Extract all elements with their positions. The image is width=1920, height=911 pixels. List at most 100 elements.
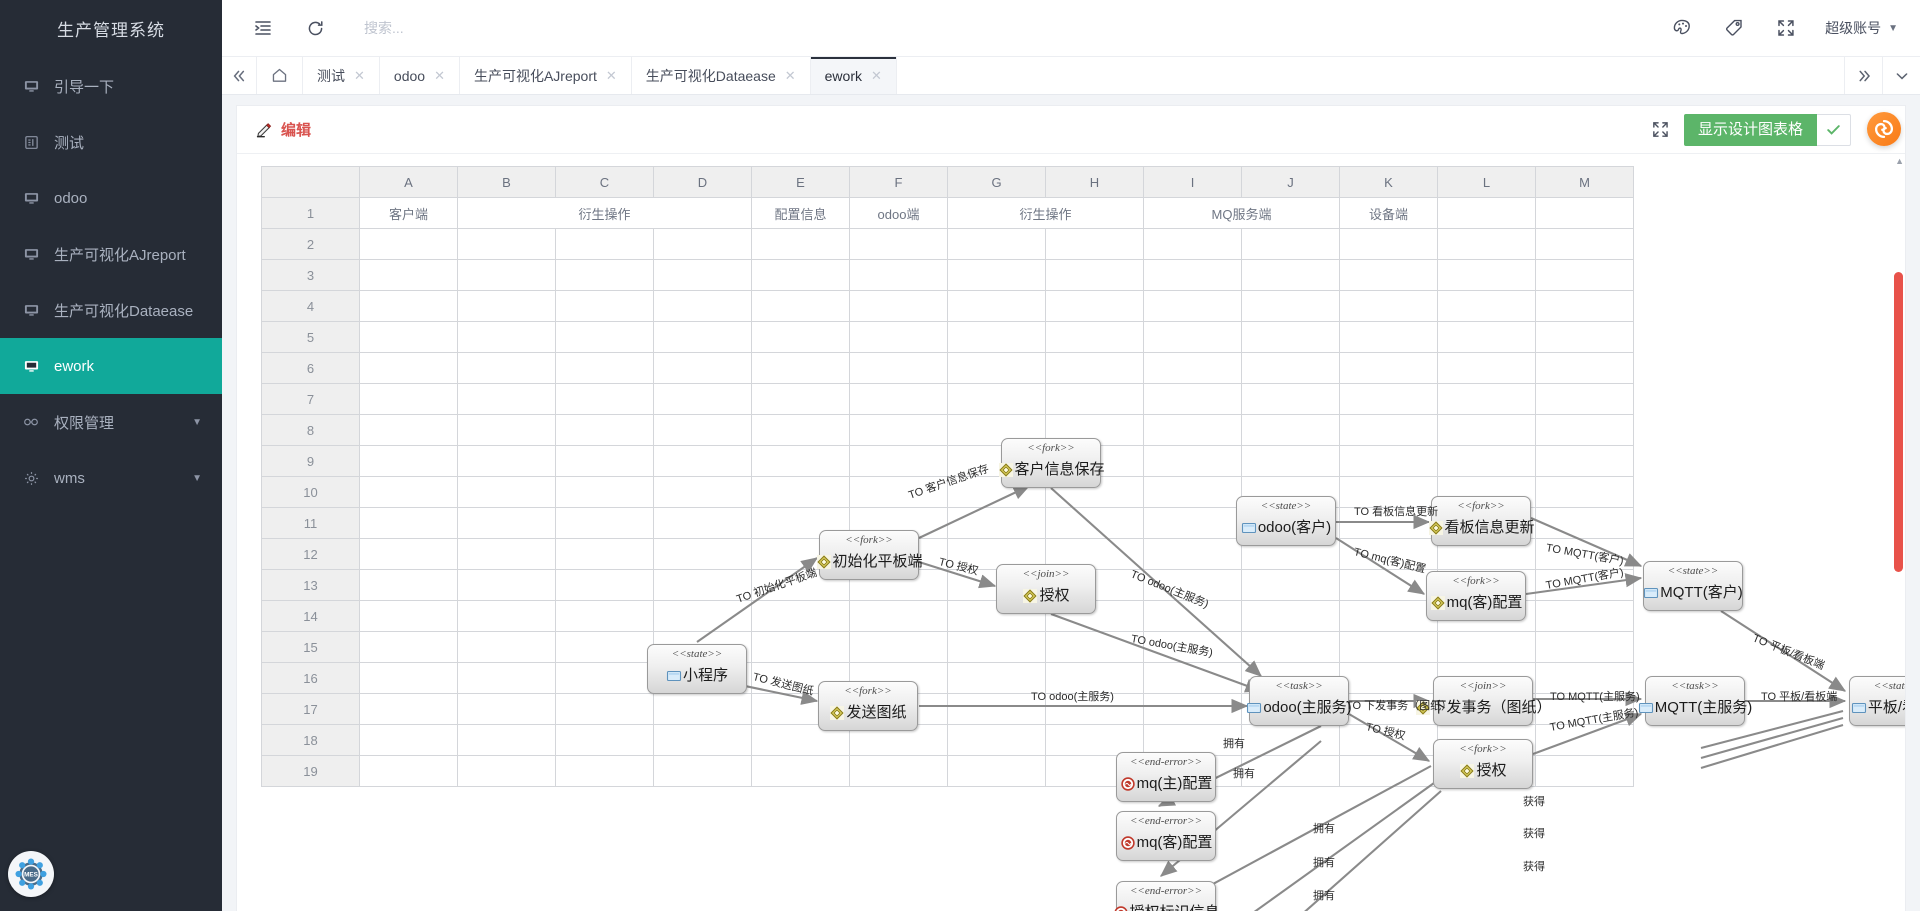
row-header-4[interactable]: 4 [261,290,360,322]
diagram-node[interactable]: <<task>> odoo(主服务) [1247,676,1352,726]
diagram-node[interactable]: <<fork>> 授权 [1433,739,1533,789]
confirm-check-button[interactable] [1817,113,1851,146]
grid-cell[interactable] [359,259,458,291]
grid-cell[interactable] [1241,569,1340,601]
grid-cell[interactable] [457,476,556,508]
grid-cell[interactable] [457,507,556,539]
grid-cell[interactable] [359,724,458,756]
row-header-3[interactable]: 3 [261,259,360,291]
close-icon[interactable]: ✕ [606,69,617,82]
grid-corner[interactable] [261,166,360,198]
tab-ework[interactable]: ework ✕ [810,57,897,94]
grid-cell[interactable] [653,600,752,632]
grid-cell[interactable] [1045,383,1144,415]
grid-cell[interactable] [555,414,654,446]
grid-cell[interactable] [1045,352,1144,384]
grid-cell[interactable] [1241,414,1340,446]
grid-cell[interactable] [947,321,1046,353]
grid-cell[interactable] [1535,538,1634,570]
row-header-2[interactable]: 2 [261,228,360,260]
column-header-H[interactable]: H [1045,166,1144,198]
diagram-node[interactable]: <<state>> MQTT(客户) [1643,561,1743,611]
grid-cell[interactable] [457,228,556,260]
grid-cell[interactable] [1535,383,1634,415]
grid-cell[interactable] [1045,228,1144,260]
header-cell[interactable] [1437,197,1536,229]
grid-cell[interactable] [555,352,654,384]
grid-cell[interactable] [1241,755,1340,787]
grid-cell[interactable] [653,724,752,756]
grid-cell[interactable] [359,290,458,322]
column-header-E[interactable]: E [751,166,850,198]
grid-cell[interactable] [849,600,948,632]
grid-cell[interactable] [457,414,556,446]
sidebar-item-[interactable]: 权限管理 ▼ [0,394,222,450]
grid-cell[interactable] [1143,321,1242,353]
header-cell[interactable]: odoo端 [849,197,948,229]
grid-cell[interactable] [751,259,850,291]
grid-cell[interactable] [1143,693,1242,725]
tag-icon[interactable] [1721,15,1747,41]
grid-cell[interactable] [1437,259,1536,291]
diagram-node[interactable]: <<fork>> 客户信息保存 [998,438,1105,488]
search-container[interactable] [362,19,1669,37]
sidebar-item-dataease[interactable]: 生产可视化Dataease [0,282,222,338]
grid-cell[interactable] [1143,569,1242,601]
header-cell[interactable] [1535,197,1634,229]
grid-cell[interactable] [457,383,556,415]
grid-cell[interactable] [751,383,850,415]
home-icon[interactable] [257,57,303,94]
grid-cell[interactable] [1241,445,1340,477]
show-design-table-button[interactable]: 显示设计图表格 [1683,113,1817,146]
sidebar-item-[interactable]: 测试 [0,114,222,170]
expand-icon[interactable] [1773,15,1799,41]
grid-cell[interactable] [555,445,654,477]
header-cell[interactable]: MQ服务端 [1143,197,1340,229]
grid-cell[interactable] [1535,569,1634,601]
grid-cell[interactable] [1535,321,1634,353]
grid-cell[interactable] [1535,476,1634,508]
grid-cell[interactable] [653,228,752,260]
grid-cell[interactable] [1535,259,1634,291]
grid-cell[interactable] [849,383,948,415]
grid-cell[interactable] [1241,383,1340,415]
grid-cell[interactable] [1143,507,1242,539]
grid-cell[interactable] [359,383,458,415]
grid-cell[interactable] [751,600,850,632]
grid-cell[interactable] [1045,290,1144,322]
diagram-node[interactable]: <<end-error>> 授权标识信息 [1114,881,1220,911]
column-header-L[interactable]: L [1437,166,1536,198]
column-header-B[interactable]: B [457,166,556,198]
tab-odoo[interactable]: odoo ✕ [379,57,460,94]
grid-cell[interactable] [1143,600,1242,632]
row-header-6[interactable]: 6 [261,352,360,384]
grid-cell[interactable] [1339,631,1438,663]
grid-cell[interactable] [947,507,1046,539]
grid-cell[interactable] [1339,383,1438,415]
grid-cell[interactable] [1437,445,1536,477]
grid-cell[interactable] [457,569,556,601]
grid-cell[interactable] [1437,631,1536,663]
grid-cell[interactable] [1437,352,1536,384]
grid-cell[interactable] [457,321,556,353]
grid-cell[interactable] [751,228,850,260]
grid-cell[interactable] [1241,228,1340,260]
grid-cell[interactable] [947,662,1046,694]
grid-cell[interactable] [849,321,948,353]
grid-cell[interactable] [359,228,458,260]
grid-cell[interactable] [1535,414,1634,446]
grid-cell[interactable] [555,476,654,508]
column-header-G[interactable]: G [947,166,1046,198]
grid-cell[interactable] [653,383,752,415]
grid-cell[interactable] [947,383,1046,415]
sidebar-item-wms[interactable]: wms ▼ [0,450,222,506]
grid-cell[interactable] [1535,724,1634,756]
grid-cell[interactable] [1339,414,1438,446]
grid-cell[interactable] [1339,662,1438,694]
grid-cell[interactable] [457,290,556,322]
grid-cell[interactable] [653,352,752,384]
grid-cell[interactable] [359,755,458,787]
diagram-node[interactable]: <<task>> MQTT(主服务) [1638,676,1752,726]
diagram-node[interactable]: <<end-error>> mq(客)配置 [1116,811,1216,861]
grid-cell[interactable] [751,631,850,663]
